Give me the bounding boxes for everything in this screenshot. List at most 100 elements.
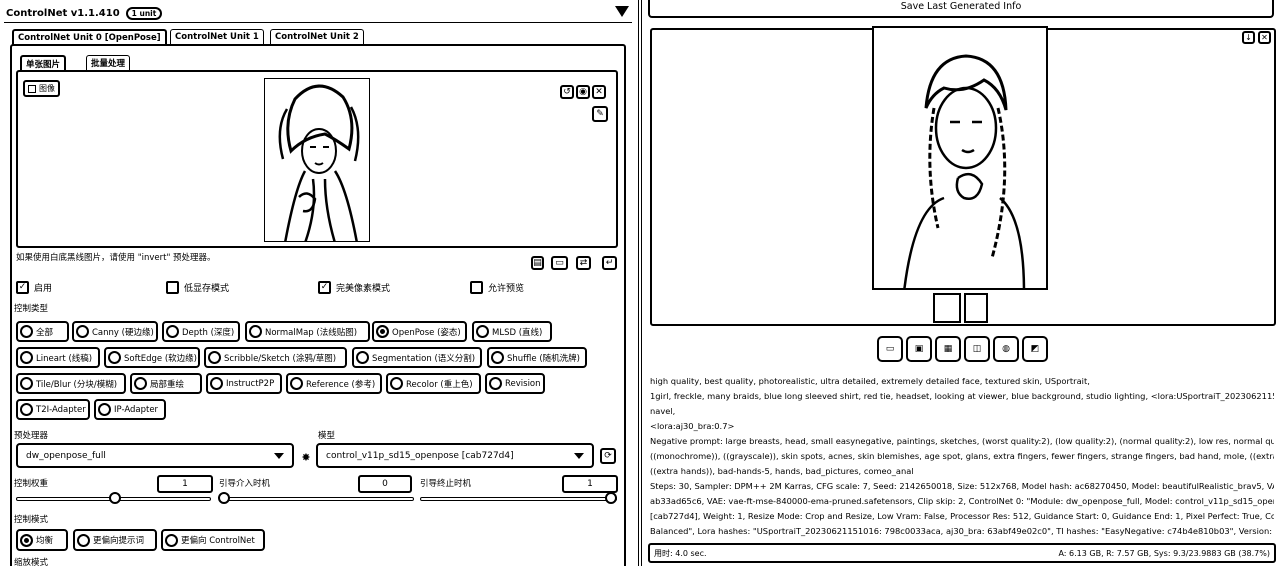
- info-line: [cab727d4], Weight: 1, Resize Mode: Crop…: [650, 511, 1274, 521]
- control-type-recolor[interactable]: Recolor (重上色): [386, 373, 481, 394]
- edit-icon[interactable]: ✎: [592, 106, 608, 122]
- guidance-end-knob[interactable]: [605, 492, 617, 504]
- radio-dot: [491, 351, 504, 364]
- control-mode-balanced[interactable]: 均衡: [16, 529, 68, 551]
- time-taken: 用时: 4.0 sec.: [654, 548, 707, 558]
- guidance-end-label: 引导终止时机: [420, 479, 472, 489]
- camera-icon[interactable]: ◉: [576, 85, 590, 99]
- vram-info: A: 6.13 GB, R: 7.57 GB, Sys: 9.3/23.9883…: [1058, 548, 1270, 558]
- save-info-button[interactable]: Save Last Generated Info: [648, 0, 1274, 18]
- preprocessor-dropdown[interactable]: dw_openpose_full: [16, 443, 294, 468]
- control-type-revision[interactable]: Revision: [485, 373, 545, 394]
- output-panel: Save Last Generated Info ↓ ✕ ▭ ▣ ▦ ◫ ◍ ◩…: [644, 0, 1280, 566]
- radio-dot: [356, 351, 369, 364]
- guidance-start-input[interactable]: 0: [358, 475, 412, 493]
- radio-dot: [20, 403, 33, 416]
- enable-checkbox[interactable]: ✓ 启用: [16, 281, 52, 294]
- control-type-mlsd[interactable]: MLSD (直线): [472, 321, 552, 342]
- allow-preview-checkbox[interactable]: 允许预览: [470, 281, 524, 294]
- lowvram-checkbox[interactable]: 低显存模式: [166, 281, 229, 294]
- control-weight-knob[interactable]: [109, 492, 121, 504]
- guidance-end-input[interactable]: 1: [562, 475, 618, 493]
- preprocessor-value: dw_openpose_full: [26, 450, 106, 461]
- zip-icon[interactable]: ▦: [935, 336, 961, 362]
- send-dimensions-icon[interactable]: ↵: [602, 256, 617, 270]
- collapse-icon[interactable]: [615, 6, 629, 17]
- close-icon[interactable]: ✕: [1258, 31, 1271, 44]
- save-icon[interactable]: ▣: [906, 336, 932, 362]
- control-type-reference[interactable]: Reference (参考): [286, 373, 382, 394]
- control-type-shuffle[interactable]: Shuffle (随机洗牌): [487, 347, 587, 368]
- new-canvas-icon[interactable]: ▤: [531, 256, 544, 270]
- control-type-inpaint[interactable]: 局部重绘: [130, 373, 202, 394]
- radio-dot: [489, 377, 502, 390]
- control-weight-input[interactable]: 1: [157, 475, 213, 493]
- control-type-softedge[interactable]: SoftEdge (软边缘): [104, 347, 200, 368]
- control-type-all[interactable]: 全部: [16, 321, 69, 342]
- radio-dot: [76, 325, 89, 338]
- tab-controlnet-unit-1[interactable]: ControlNet Unit 1: [170, 29, 264, 44]
- reset-icon[interactable]: ↺: [560, 85, 574, 99]
- model-label: 模型: [318, 431, 336, 441]
- download-icon[interactable]: ↓: [1242, 31, 1255, 44]
- status-bar: 用时: 4.0 sec. A: 6.13 GB, R: 7.57 GB, Sys…: [648, 543, 1276, 563]
- thumbnail-2[interactable]: [964, 293, 988, 323]
- control-type-segmentation[interactable]: Segmentation (语义分割): [352, 347, 482, 368]
- tab-single-image[interactable]: 单张图片: [20, 55, 67, 70]
- radio-dot: [166, 325, 179, 338]
- generation-info: high quality, best quality, photorealist…: [650, 374, 1274, 539]
- thumbnail-1[interactable]: [933, 293, 961, 323]
- send-img2img-icon[interactable]: ◫: [964, 336, 990, 362]
- control-weight-label: 控制权重: [14, 479, 49, 489]
- resize-mode-label: 缩放模式: [14, 558, 49, 566]
- preprocessor-label: 预处理器: [14, 431, 49, 441]
- webcam-icon[interactable]: ▭: [551, 256, 568, 270]
- control-mode-label: 控制模式: [14, 515, 49, 525]
- info-line: high quality, best quality, photorealist…: [650, 376, 1090, 386]
- guidance-start-label: 引导介入时机: [219, 479, 271, 489]
- pixel-perfect-checkbox[interactable]: ✓ 完美像素模式: [318, 281, 390, 294]
- control-type-ip-adapter[interactable]: IP-Adapter: [94, 399, 166, 420]
- tab-controlnet-unit-0[interactable]: ControlNet Unit 0 [OpenPose]: [12, 29, 167, 45]
- info-line: navel,: [650, 406, 676, 416]
- refresh-models-icon[interactable]: ⟳: [600, 448, 616, 464]
- control-type-t2i-adapter[interactable]: T2I-Adapter: [16, 399, 90, 420]
- guidance-end-slider[interactable]: [420, 492, 617, 504]
- model-dropdown[interactable]: control_v11p_sd15_openpose [cab727d4]: [316, 443, 594, 468]
- control-type-tile-blur[interactable]: Tile/Blur (分块/模糊): [16, 373, 126, 394]
- control-type-instructp2p[interactable]: InstructP2P: [206, 373, 282, 394]
- control-type-scribble[interactable]: Scribble/Sketch (涂鸦/草图): [204, 347, 347, 368]
- folder-icon[interactable]: ▭: [877, 336, 903, 362]
- guidance-start-slider[interactable]: [218, 492, 414, 504]
- control-mode-prompt[interactable]: 更偏向提示词: [73, 529, 157, 551]
- header-divider: [4, 22, 632, 23]
- control-type-normalmap[interactable]: NormalMap (法线贴图): [245, 321, 370, 342]
- close-icon[interactable]: ✕: [592, 85, 606, 99]
- controlnet-panel: ControlNet v1.1.410 1 unit ControlNet Un…: [0, 0, 636, 566]
- radio-dot: [98, 403, 111, 416]
- tab-batch[interactable]: 批量处理: [86, 55, 131, 70]
- generated-image[interactable]: [872, 26, 1048, 290]
- checkbox-box: [166, 281, 179, 294]
- image-label: 图像: [23, 80, 60, 97]
- run-preprocessor-icon[interactable]: ✸: [299, 450, 313, 464]
- radio-dot: [20, 325, 33, 338]
- guidance-start-knob[interactable]: [218, 492, 230, 504]
- controlnet-header[interactable]: ControlNet v1.1.410 1 unit: [4, 3, 632, 23]
- portrait-line-drawing: [278, 84, 360, 241]
- radio-dot: [390, 377, 403, 390]
- tab-controlnet-unit-2[interactable]: ControlNet Unit 2: [270, 29, 364, 44]
- control-type-lineart[interactable]: Lineart (线稿): [16, 347, 100, 368]
- send-extras-icon[interactable]: ◩: [1022, 336, 1048, 362]
- control-type-depth[interactable]: Depth (深度): [162, 321, 240, 342]
- radio-dot: [134, 377, 147, 390]
- radio-dot: [20, 533, 33, 547]
- control-type-canny[interactable]: Canny (硬边缘): [72, 321, 158, 342]
- control-type-openpose[interactable]: OpenPose (姿态): [372, 321, 467, 342]
- radio-dot: [249, 325, 262, 338]
- control-mode-controlnet[interactable]: 更偏向 ControlNet: [161, 529, 265, 551]
- info-line: <lora:aj30_bra:0.7>: [650, 421, 735, 431]
- control-weight-slider[interactable]: [16, 492, 211, 504]
- mirror-icon[interactable]: ⇄: [576, 256, 591, 270]
- send-inpaint-icon[interactable]: ◍: [993, 336, 1019, 362]
